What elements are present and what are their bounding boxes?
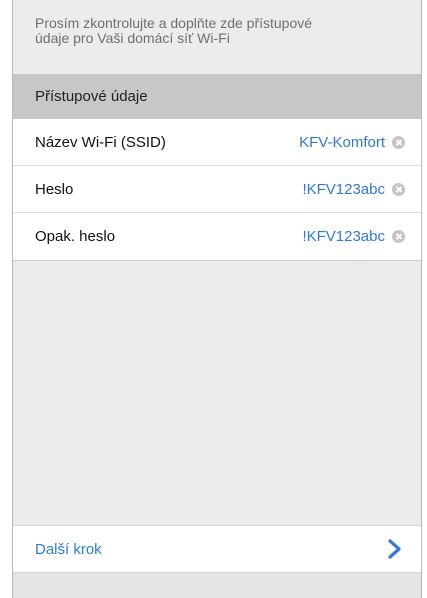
- bottom-bar: [13, 573, 421, 598]
- credentials-form: Název Wi-Fi (SSID) KFV-Komfort Heslo !KF…: [13, 119, 421, 261]
- password-confirm-label: Opak. heslo: [35, 228, 116, 245]
- chevron-right-icon: [388, 539, 401, 559]
- ssid-input[interactable]: KFV-Komfort: [299, 134, 385, 151]
- ssid-value-wrap: KFV-Komfort: [299, 134, 405, 151]
- app-screen: Prosím zkontrolujte a doplňte zde přístu…: [12, 0, 422, 598]
- password-confirm-value-wrap: !KFV123abc: [302, 228, 405, 245]
- ssid-clear-icon[interactable]: [392, 135, 405, 149]
- password-clear-icon[interactable]: [392, 182, 405, 196]
- password-confirm-row: Opak. heslo !KFV123abc: [13, 213, 421, 260]
- password-label: Heslo: [35, 180, 74, 198]
- intro-line-1: Prosím zkontrolujte a doplňte zde přístu…: [35, 15, 313, 31]
- next-step-button[interactable]: Další krok: [13, 525, 421, 573]
- next-step-label: Další krok: [35, 540, 102, 558]
- password-input[interactable]: !KFV123abc: [302, 181, 385, 198]
- intro-line-2: údaje pro Vaši domácí síť Wi-Fi: [35, 30, 230, 46]
- ssid-label: Název Wi-Fi (SSID): [35, 133, 166, 151]
- password-confirm-input[interactable]: !KFV123abc: [302, 228, 385, 245]
- ssid-row: Název Wi-Fi (SSID) KFV-Komfort: [13, 119, 421, 166]
- password-confirm-clear-icon[interactable]: [392, 230, 405, 243]
- section-header: Přístupové údaje: [13, 74, 421, 119]
- section-title: Přístupové údaje: [35, 88, 148, 105]
- password-row: Heslo !KFV123abc: [13, 166, 421, 213]
- password-value-wrap: !KFV123abc: [302, 181, 405, 198]
- intro-text: Prosím zkontrolujte a doplňte zde přístu…: [13, 0, 421, 74]
